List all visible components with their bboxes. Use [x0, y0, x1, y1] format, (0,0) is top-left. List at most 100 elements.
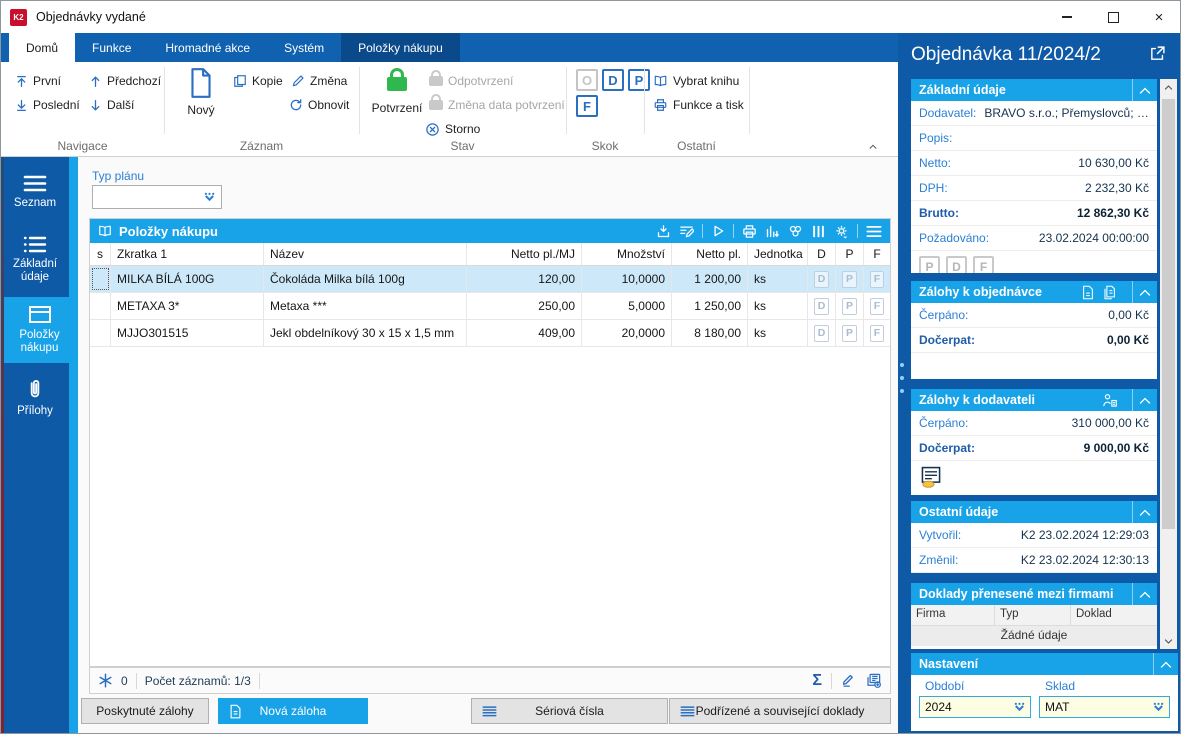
warehouse-select[interactable]	[1039, 696, 1170, 718]
open-in-window-button[interactable]	[1149, 45, 1166, 62]
cell-zkratka[interactable]: MILKA BÍLÁ 100G	[111, 266, 264, 292]
column-header-jednotka[interactable]: Jednotka	[748, 243, 808, 265]
chart-icon[interactable]	[765, 224, 780, 239]
f-badge-button[interactable]: F	[973, 256, 994, 273]
jump-o-button[interactable]: O	[576, 69, 598, 91]
collapse-button[interactable]	[1132, 583, 1157, 605]
cell-mnozstvi[interactable]: 10,0000	[582, 266, 672, 292]
asterisk-icon[interactable]	[98, 673, 113, 688]
refresh-button[interactable]: Obnovit	[289, 95, 349, 115]
first-record-button[interactable]: První	[15, 71, 61, 91]
change-button[interactable]: Změna	[291, 71, 347, 91]
edit-icon[interactable]	[841, 673, 856, 688]
collapse-button[interactable]	[1132, 79, 1157, 101]
copy-button[interactable]: Kopie	[233, 71, 283, 91]
column-header-f[interactable]: F	[864, 243, 890, 265]
cell-f[interactable]: F	[864, 266, 890, 292]
sum-icon[interactable]: Σ	[812, 672, 822, 690]
table-row[interactable]: METAXA 3* Metaxa *** 250,00 5,0000 1 250…	[90, 293, 890, 320]
collapse-button[interactable]	[1132, 501, 1157, 523]
cell-jednotka[interactable]: ks	[748, 293, 808, 319]
cell-netto[interactable]: 8 180,00	[672, 320, 748, 346]
unconfirm-button[interactable]: Odpotvrzení	[429, 70, 513, 91]
jump-d-button[interactable]: D	[602, 69, 624, 91]
sidebar-item-prilohy[interactable]: Přílohy	[1, 369, 69, 427]
plan-type-select[interactable]	[92, 185, 222, 209]
cell-zkratka[interactable]: METAXA 3*	[111, 293, 264, 319]
cell-netto-mj[interactable]: 409,00	[467, 320, 582, 346]
import-icon[interactable]	[656, 224, 671, 239]
filter-circles-icon[interactable]	[788, 224, 803, 239]
cell-netto-mj[interactable]: 120,00	[467, 266, 582, 292]
next-record-button[interactable]: Další	[89, 95, 134, 115]
change-confirm-date-button[interactable]: Změna data potvrzení	[429, 94, 565, 115]
maximize-button[interactable]	[1090, 1, 1136, 33]
row-selector-cell[interactable]	[90, 293, 111, 319]
columns-icon[interactable]	[811, 224, 826, 239]
new-record-button[interactable]: Nový	[173, 67, 229, 117]
add-document-icon[interactable]	[865, 673, 882, 688]
new-deposit-button[interactable]: Nová záloha	[218, 698, 368, 724]
tab-hromadne-akce[interactable]: Hromadné akce	[148, 33, 267, 62]
cell-nazev[interactable]: Čokoláda Milka bílá 100g	[264, 266, 467, 292]
tab-domu[interactable]: Domů	[9, 33, 76, 62]
tab-system[interactable]: Systém	[267, 33, 341, 62]
last-record-button[interactable]: Poslední	[15, 95, 80, 115]
column-header-nazev[interactable]: Název	[264, 243, 467, 265]
functions-print-button[interactable]: Funkce a tisk	[653, 95, 744, 115]
confirm-button[interactable]: Potvrzení	[367, 67, 427, 115]
cell-nazev[interactable]: Metaxa ***	[264, 293, 467, 319]
cell-p[interactable]: P	[836, 320, 864, 346]
sidebar-item-seznam[interactable]: Seznam	[1, 161, 69, 223]
jump-p-button[interactable]: P	[628, 69, 650, 91]
splitter-handle[interactable]	[900, 363, 904, 393]
ribbon-collapse-button[interactable]	[867, 142, 879, 152]
provided-deposits-button[interactable]: Poskytnuté zálohy	[81, 698, 209, 724]
cell-jednotka[interactable]: ks	[748, 266, 808, 292]
cell-d[interactable]: D	[808, 266, 836, 292]
row-selector-cell[interactable]	[90, 320, 111, 346]
collapse-button[interactable]	[1132, 389, 1157, 411]
column-header-firma[interactable]: Firma	[911, 605, 995, 625]
row-selector-cell[interactable]	[90, 266, 111, 292]
period-input[interactable]	[920, 700, 1013, 714]
cell-d[interactable]: D	[808, 293, 836, 319]
panel-scrollbar[interactable]	[1160, 79, 1177, 649]
scroll-up-button[interactable]	[1160, 79, 1177, 95]
column-header-netto[interactable]: Netto pl.	[672, 243, 748, 265]
select-book-button[interactable]: Vybrat knihu	[653, 71, 739, 91]
cell-jednotka[interactable]: ks	[748, 320, 808, 346]
cell-netto[interactable]: 1 200,00	[672, 266, 748, 292]
subordinate-documents-button[interactable]: Podřízené a související doklady	[669, 698, 891, 724]
collapse-button[interactable]	[1132, 281, 1157, 303]
column-header-typ[interactable]: Typ	[995, 605, 1071, 625]
cell-f[interactable]: F	[864, 293, 890, 319]
cell-d[interactable]: D	[808, 320, 836, 346]
print-icon[interactable]	[742, 224, 757, 239]
cell-mnozstvi[interactable]: 20,0000	[582, 320, 672, 346]
column-header-doklad[interactable]: Doklad	[1071, 605, 1157, 625]
play-icon[interactable]	[711, 224, 725, 238]
column-header-zkratka[interactable]: Zkratka 1	[111, 243, 264, 265]
column-header-p[interactable]: P	[836, 243, 864, 265]
jump-f-button[interactable]: F	[576, 95, 598, 117]
sidebar-item-polozky-nakupu[interactable]: Položky nákupu	[1, 297, 78, 363]
close-button[interactable]: ×	[1136, 1, 1180, 33]
table-row[interactable]: MILKA BÍLÁ 100G Čokoláda Milka bílá 100g…	[90, 266, 890, 293]
scroll-down-button[interactable]	[1160, 633, 1177, 649]
tab-funkce[interactable]: Funkce	[75, 33, 148, 62]
person-document-icon[interactable]	[1102, 393, 1118, 408]
d-badge-button[interactable]: D	[946, 256, 967, 273]
scrollbar-thumb[interactable]	[1162, 99, 1175, 529]
tab-polozky-nakupu[interactable]: Položky nákupu	[341, 33, 460, 62]
advance-invoice-icon[interactable]	[919, 465, 943, 489]
serial-numbers-button[interactable]: Sériová čísla	[471, 698, 668, 724]
column-header-netto-mj[interactable]: Netto pl./MJ	[467, 243, 582, 265]
cell-p[interactable]: P	[836, 293, 864, 319]
minimize-button[interactable]	[1044, 1, 1090, 33]
table-row[interactable]: MJJO301515 Jekl obdelníkový 30 x 15 x 1,…	[90, 320, 890, 347]
cancel-button[interactable]: Storno	[425, 119, 480, 139]
cell-netto-mj[interactable]: 250,00	[467, 293, 582, 319]
cell-netto[interactable]: 1 250,00	[672, 293, 748, 319]
warehouse-input[interactable]	[1040, 700, 1152, 714]
